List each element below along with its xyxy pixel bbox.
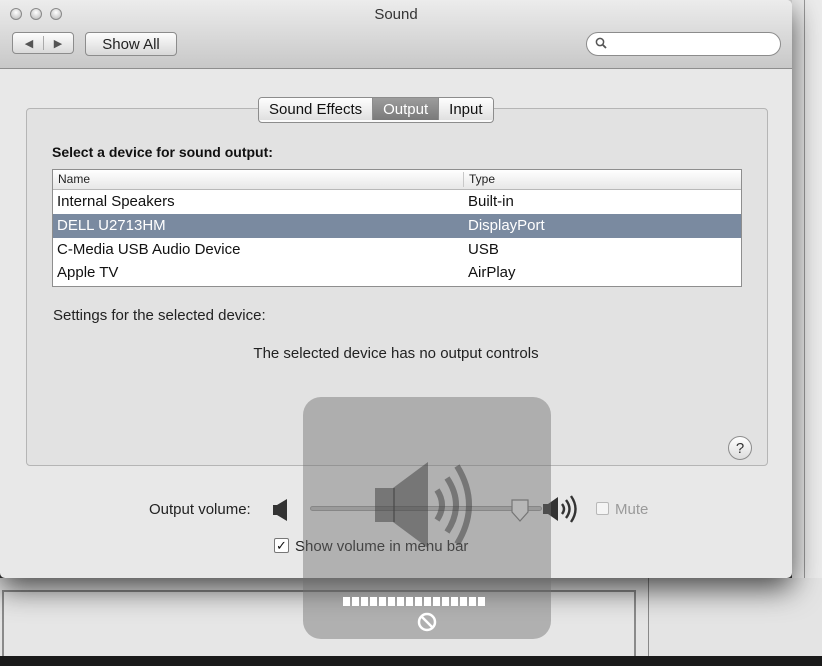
table-header: Name Type — [53, 170, 741, 190]
hud-volume-segment — [433, 597, 440, 606]
device-name: C-Media USB Audio Device — [57, 241, 241, 258]
mute-checkbox[interactable] — [596, 502, 609, 515]
hud-volume-segment — [379, 597, 386, 606]
forward-icon: ▶ — [53, 37, 63, 50]
hud-volume-segment — [397, 597, 404, 606]
hud-volume-segment — [388, 597, 395, 606]
table-row[interactable]: C-Media USB Audio Device USB — [53, 238, 741, 262]
back-icon: ◀ — [24, 37, 34, 50]
output-volume-label: Output volume: — [149, 501, 251, 518]
tab-sound-effects[interactable]: Sound Effects — [259, 98, 374, 120]
hud-speaker-icon — [375, 462, 472, 548]
device-name: Internal Speakers — [57, 193, 175, 210]
device-settings-label: Settings for the selected device: — [53, 307, 266, 324]
no-entry-icon — [417, 612, 437, 632]
table-row[interactable]: Apple TV AirPlay — [53, 261, 741, 285]
help-button[interactable]: ? — [728, 436, 752, 460]
divider — [648, 578, 649, 656]
hud-volume-bars — [343, 597, 485, 606]
column-divider — [463, 172, 464, 187]
tab-output[interactable]: Output — [373, 98, 440, 120]
tab-input[interactable]: Input — [439, 98, 493, 120]
output-device-table[interactable]: Name Type Internal Speakers Built-in DEL… — [52, 169, 742, 287]
show-volume-checkbox[interactable]: ✓ — [274, 538, 289, 553]
column-header-type[interactable]: Type — [469, 172, 495, 186]
hud-volume-segment — [478, 597, 485, 606]
volume-hud — [303, 397, 551, 639]
hud-volume-segment — [361, 597, 368, 606]
hud-volume-segment — [442, 597, 449, 606]
forward-button[interactable]: ▶ — [46, 33, 70, 53]
device-list-heading: Select a device for sound output: — [52, 144, 273, 160]
no-controls-message: The selected device has no output contro… — [253, 345, 539, 362]
hud-volume-segment — [469, 597, 476, 606]
title-bar: Sound ◀ ▶ Show All — [0, 0, 792, 69]
hud-volume-segment — [424, 597, 431, 606]
table-row[interactable]: Internal Speakers Built-in — [53, 190, 741, 214]
back-forward-control: ◀ ▶ — [12, 32, 74, 54]
device-type: Built-in — [468, 193, 514, 210]
desktop-dock-strip — [0, 656, 822, 666]
device-name: DELL U2713HM — [57, 217, 166, 234]
device-type: DisplayPort — [468, 217, 545, 234]
show-all-button[interactable]: Show All — [85, 32, 177, 56]
divider — [804, 0, 805, 666]
hud-volume-segment — [406, 597, 413, 606]
back-button[interactable]: ◀ — [17, 33, 41, 53]
device-name: Apple TV — [57, 264, 119, 281]
search-field[interactable] — [586, 32, 781, 56]
hud-volume-segment — [451, 597, 458, 606]
window-title: Sound — [374, 6, 418, 23]
mute-label: Mute — [615, 501, 649, 518]
hud-volume-segment — [343, 597, 350, 606]
speaker-low-icon — [273, 499, 287, 521]
hud-volume-segment — [370, 597, 377, 606]
hud-volume-segment — [460, 597, 467, 606]
column-header-name[interactable]: Name — [58, 172, 90, 186]
search-icon — [595, 37, 607, 49]
help-icon: ? — [735, 439, 745, 457]
table-row-selected[interactable]: DELL U2713HM DisplayPort — [53, 214, 741, 238]
hud-volume-segment — [415, 597, 422, 606]
device-type: AirPlay — [468, 264, 516, 281]
device-type: USB — [468, 241, 499, 258]
tab-bar: Sound Effects Output Input — [258, 97, 494, 123]
desktop-right-window — [792, 0, 822, 666]
hud-volume-segment — [352, 597, 359, 606]
divider — [43, 36, 44, 50]
